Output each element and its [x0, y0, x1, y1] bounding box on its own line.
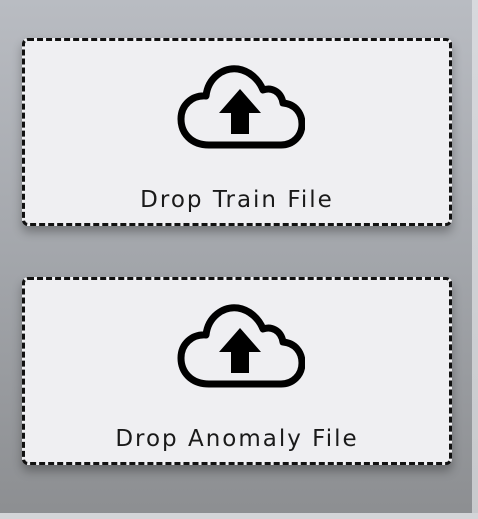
- window-bottom-edge: [0, 513, 478, 519]
- anomaly-file-drop-zone[interactable]: Drop Anomaly File: [22, 277, 452, 465]
- train-file-drop-zone[interactable]: Drop Train File: [22, 38, 452, 226]
- window-edge: [472, 0, 478, 519]
- cloud-upload-icon: [175, 300, 305, 390]
- drop-train-file-label: Drop Train File: [140, 187, 334, 213]
- drop-anomaly-file-label: Drop Anomaly File: [115, 426, 359, 452]
- cloud-upload-icon: [175, 61, 305, 151]
